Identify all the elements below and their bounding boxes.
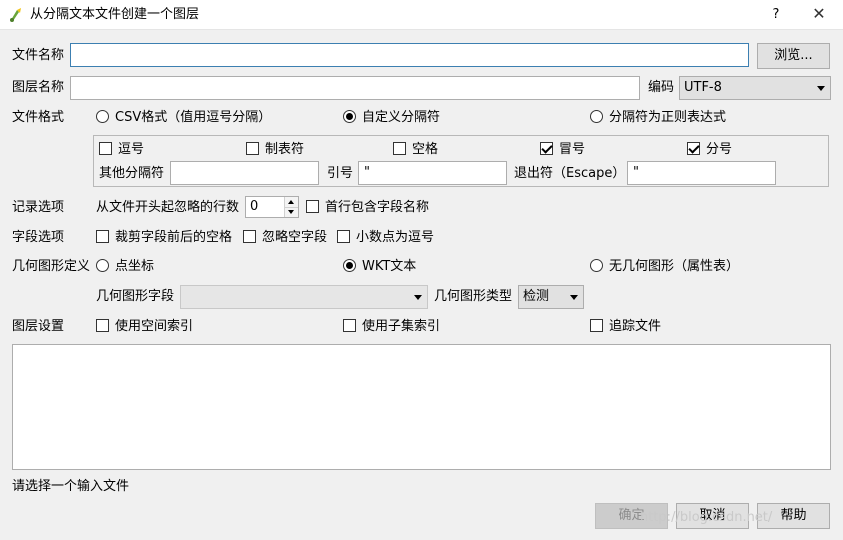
other-delimiter-input[interactable] [170,161,319,185]
escape-label: 退出符（Escape） [514,166,626,181]
checkbox-icon [590,319,603,332]
status-message: 请选择一个输入文件 [12,479,130,494]
watermark-text: http://blog.csdn.net/ [640,510,773,525]
checkbox-icon [343,319,356,332]
spin-down-icon[interactable] [284,207,298,217]
checkbox-icon [99,142,112,155]
radio-point-coordinates[interactable]: 点坐标 [96,258,154,276]
watch-file-checkbox[interactable]: 追踪文件 [590,318,661,336]
qgis-icon [10,8,21,22]
radio-wkt[interactable]: WKT文本 [343,258,416,276]
geometry-definition-label: 几何图形定义 [12,259,91,274]
file-format-label: 文件格式 [12,110,65,125]
window-title: 从分隔文本文件创建一个图层 [30,7,200,22]
delimiter-colon-checkbox[interactable]: 冒号 [540,141,585,159]
delimiter-tab-checkbox[interactable]: 制表符 [246,141,304,159]
record-options-label: 记录选项 [12,200,65,215]
chevron-down-icon [414,295,422,300]
checkbox-icon [246,142,259,155]
checkbox-icon [243,230,256,243]
geometry-field-label: 几何图形字段 [96,289,175,304]
file-name-label: 文件名称 [12,48,65,63]
radio-custom-delimiter[interactable]: 自定义分隔符 [343,109,440,127]
geometry-field-select[interactable] [180,285,428,309]
skip-lines-label: 从文件开头起忽略的行数 [96,200,240,215]
encoding-value: UTF-8 [684,80,722,95]
decimal-comma-checkbox[interactable]: 小数点为逗号 [337,229,434,247]
layer-settings-label: 图层设置 [12,319,65,334]
skip-lines-value: 0 [250,199,259,214]
checkbox-icon [337,230,350,243]
other-delimiter-label: 其他分隔符 [99,166,165,181]
layer-name-label: 图层名称 [12,80,65,95]
spatial-index-checkbox[interactable]: 使用空间索引 [96,318,193,336]
discard-empty-fields-checkbox[interactable]: 忽略空字段 [243,229,327,247]
delimiter-comma-checkbox[interactable]: 逗号 [99,141,144,159]
encoding-select[interactable]: UTF-8 [679,76,831,100]
radio-icon [590,259,603,272]
delimiter-space-checkbox[interactable]: 空格 [393,141,438,159]
title-bar: 从分隔文本文件创建一个图层 ? ✕ [0,0,843,30]
radio-icon [96,259,109,272]
spin-up-icon[interactable] [284,197,298,207]
browse-button[interactable]: 浏览... [757,43,830,69]
checkbox-icon [306,200,319,213]
checkbox-icon [96,230,109,243]
delimiter-semicolon-checkbox[interactable]: 分号 [687,141,732,159]
geometry-type-value: 检测 [523,289,550,304]
geometry-type-select[interactable]: 检测 [518,285,584,309]
radio-icon [96,110,109,123]
preview-table[interactable] [12,344,831,470]
geometry-type-label: 几何图形类型 [434,289,513,304]
help-icon[interactable]: ? [770,5,782,25]
skip-lines-spinbox[interactable]: 0 [245,196,299,218]
layer-name-input[interactable] [70,76,640,100]
escape-input[interactable]: " [627,161,776,185]
radio-icon [590,110,603,123]
file-name-input[interactable] [70,43,749,67]
first-row-header-checkbox[interactable]: 首行包含字段名称 [306,199,429,217]
checkbox-checked-icon [540,142,553,155]
checkbox-icon [96,319,109,332]
quote-input[interactable]: " [358,161,507,185]
encoding-label: 编码 [648,80,675,95]
subset-index-checkbox[interactable]: 使用子集索引 [343,318,440,336]
radio-checked-icon [343,259,356,272]
trim-fields-checkbox[interactable]: 裁剪字段前后的空格 [96,229,232,247]
chevron-down-icon [570,295,578,300]
checkbox-icon [393,142,406,155]
quote-label: 引号 [327,166,354,181]
field-options-label: 字段选项 [12,230,65,245]
radio-no-geometry[interactable]: 无几何图形（属性表） [590,258,739,276]
radio-checked-icon [343,110,356,123]
radio-regex-delimiter[interactable]: 分隔符为正则表达式 [590,109,726,127]
radio-csv[interactable]: CSV格式（值用逗号分隔） [96,109,271,127]
chevron-down-icon [817,86,825,91]
checkbox-checked-icon [687,142,700,155]
close-icon[interactable]: ✕ [811,3,827,25]
